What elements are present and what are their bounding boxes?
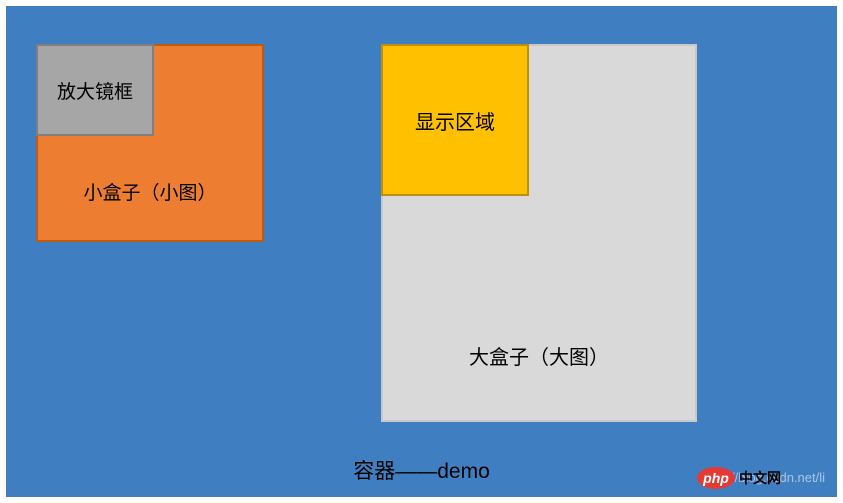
display-area: 显示区域 (381, 44, 529, 196)
big-box: 显示区域 大盒子（大图） (381, 44, 697, 422)
magnifier-label: 放大镜框 (57, 77, 133, 104)
small-box-label: 小盒子（小图） (38, 178, 262, 205)
demo-container: 放大镜框 小盒子（小图） 显示区域 大盒子（大图） 容器——demo http:… (6, 6, 837, 497)
php-badge: php 中文网 (697, 467, 781, 489)
php-badge-text: 中文网 (739, 468, 781, 488)
small-box: 放大镜框 小盒子（小图） (36, 44, 264, 242)
magnifier-frame: 放大镜框 (36, 44, 154, 136)
php-logo-icon: php (697, 467, 735, 489)
display-area-label: 显示区域 (415, 106, 495, 135)
big-box-label: 大盒子（大图） (383, 341, 695, 370)
